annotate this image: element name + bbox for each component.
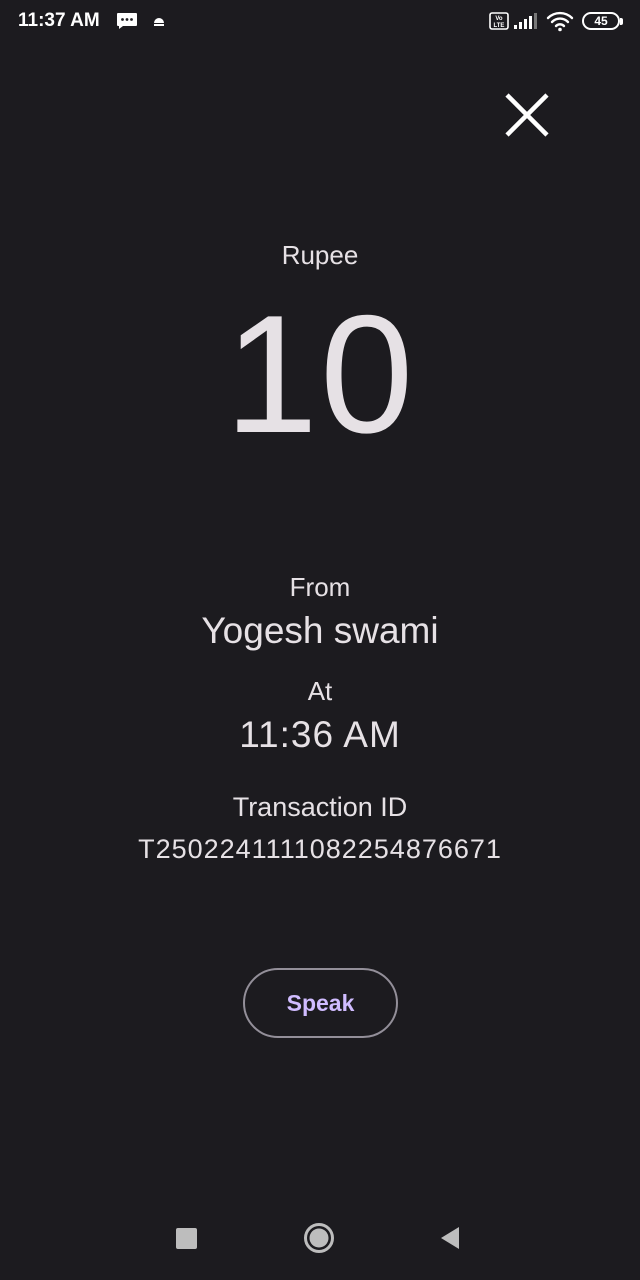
battery-icon: 45 bbox=[582, 12, 623, 30]
notification-dot-icon bbox=[154, 18, 164, 26]
battery-level: 45 bbox=[594, 14, 608, 28]
transaction-id-value: T2502241111082254876671 bbox=[138, 834, 502, 864]
currency-label: Rupee bbox=[281, 240, 359, 270]
sender-name: Yogesh swami bbox=[201, 610, 439, 651]
status-bar: 11:37 AM Vo LTE 45 bbox=[0, 0, 640, 44]
status-time: 11:37 AM bbox=[18, 10, 100, 31]
transaction-id-label: Transaction ID bbox=[232, 792, 408, 822]
recents-icon[interactable] bbox=[176, 1228, 197, 1249]
signal-icon bbox=[514, 13, 537, 29]
amount-value: 10 bbox=[224, 280, 416, 468]
message-icon bbox=[117, 13, 137, 29]
at-label: At bbox=[307, 676, 333, 706]
back-icon[interactable] bbox=[438, 1225, 462, 1251]
home-icon[interactable] bbox=[303, 1222, 335, 1254]
wifi-icon bbox=[546, 11, 574, 32]
volte-icon: Vo LTE bbox=[489, 12, 509, 30]
from-label: From bbox=[289, 572, 351, 602]
speak-button[interactable]: Speak bbox=[243, 968, 398, 1038]
payment-time: 11:36 AM bbox=[239, 714, 401, 755]
close-icon[interactable] bbox=[500, 88, 554, 142]
svg-text:LTE: LTE bbox=[494, 23, 505, 29]
svg-text:Vo: Vo bbox=[495, 16, 503, 22]
